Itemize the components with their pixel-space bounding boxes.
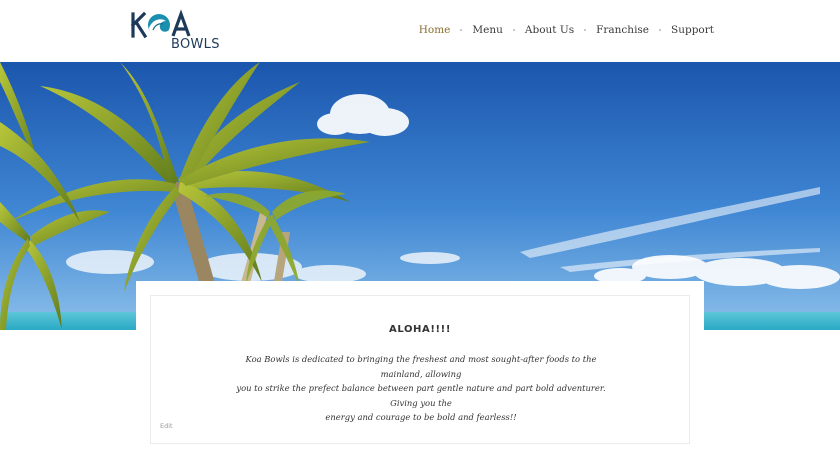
nav-separator	[512, 29, 515, 31]
intro-paragraph: Koa Bowls is dedicated to bringing the f…	[229, 352, 613, 425]
nav-home[interactable]: Home	[419, 24, 451, 36]
nav-separator	[659, 29, 662, 31]
logo-wordmark: BOWLS	[171, 37, 220, 52]
site-header: BOWLS Home Menu About Us Franchise Suppo…	[0, 0, 840, 62]
nav-franchise[interactable]: Franchise	[596, 24, 649, 36]
edit-link[interactable]: Edit	[160, 422, 173, 430]
nav-about-us[interactable]: About Us	[525, 24, 574, 36]
content-card: ALOHA!!!! Koa Bowls is dedicated to brin…	[150, 295, 690, 444]
page-title: ALOHA!!!!	[388, 324, 451, 335]
nav-menu[interactable]: Menu	[472, 24, 503, 36]
intro-line-3: energy and courage to be bold and fearle…	[325, 412, 517, 422]
intro-line-1: Koa Bowls is dedicated to bringing the f…	[245, 354, 597, 379]
nav-support[interactable]: Support	[671, 24, 714, 36]
nav-separator	[460, 29, 463, 31]
koa-bowls-logo[interactable]: BOWLS	[130, 6, 234, 54]
intro-line-2: you to strike the prefect balance betwee…	[236, 383, 606, 408]
main-nav: Home Menu About Us Franchise Support	[419, 22, 714, 38]
nav-separator	[584, 29, 587, 31]
